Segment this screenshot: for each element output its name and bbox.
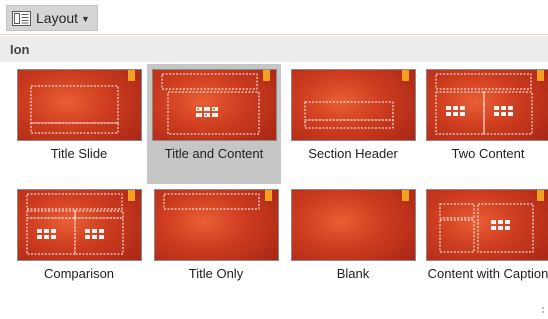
layout-thumbnail	[426, 189, 548, 261]
layout-label: Title and Content	[149, 145, 279, 162]
layout-tile-two-content[interactable]: Two Content	[421, 64, 548, 176]
layout-thumbnail	[152, 69, 277, 141]
layout-tile-content-with-caption[interactable]: Content with Caption	[421, 184, 548, 314]
layout-label: Two Content	[423, 145, 548, 162]
layout-tile-section-header[interactable]: Section Header	[286, 64, 420, 176]
layout-tile-title-and-content[interactable]: Title and Content	[147, 64, 281, 184]
layout-thumbnail	[17, 189, 142, 261]
layout-thumbnail	[426, 69, 548, 141]
layout-label: Section Header	[288, 145, 418, 162]
theme-section-header: Ion	[0, 36, 548, 62]
layout-tile-blank[interactable]: Blank	[286, 184, 420, 314]
layout-label: Title Only	[151, 265, 281, 282]
theme-name: Ion	[10, 42, 30, 57]
layout-thumbnail	[154, 189, 279, 261]
resize-grip-icon[interactable]	[541, 301, 545, 309]
layout-label: Blank	[288, 265, 418, 282]
layout-tile-title-only[interactable]: Title Only	[149, 184, 283, 314]
layout-label: Title Slide	[14, 145, 144, 162]
layout-thumbnail	[291, 189, 416, 261]
layout-label: Comparison	[14, 265, 144, 282]
layout-thumbnail	[17, 69, 142, 141]
chevron-down-icon: ▼	[81, 14, 90, 24]
layout-tile-comparison[interactable]: Comparison	[12, 184, 146, 314]
layout-toolbar: Layout ▼	[0, 0, 548, 35]
layout-button-label: Layout	[36, 10, 78, 26]
slide-layout-icon	[12, 11, 31, 26]
layout-label: Content with Caption	[423, 265, 548, 282]
layout-gallery: Title Slide Title and Content S	[0, 64, 548, 315]
layout-tile-title-slide[interactable]: Title Slide	[12, 64, 146, 176]
layout-thumbnail	[291, 69, 416, 141]
layout-dropdown-button[interactable]: Layout ▼	[6, 5, 98, 31]
